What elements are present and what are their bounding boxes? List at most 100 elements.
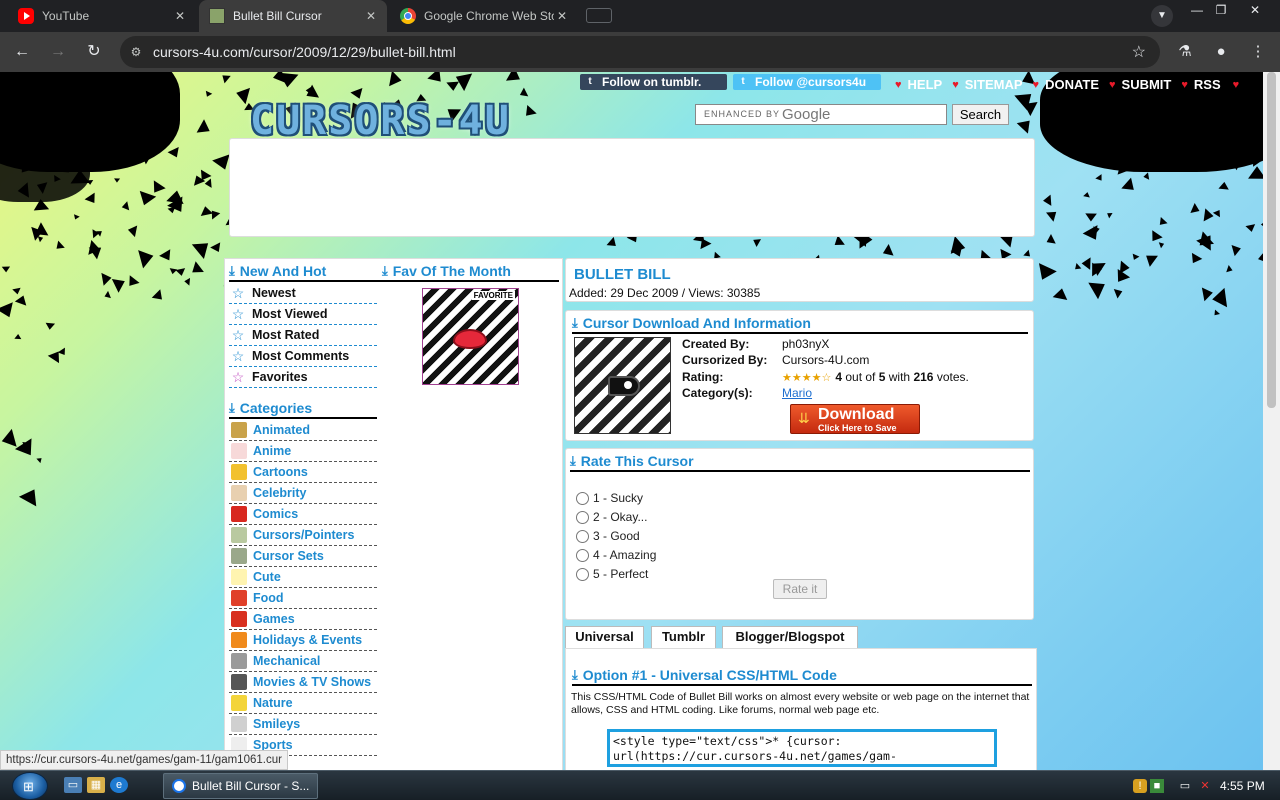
radio-button[interactable] [576,529,589,543]
rate-option-5[interactable]: 5 - Perfect [576,567,648,581]
rate-option-4[interactable]: 4 - Amazing [576,548,656,562]
tab-tumblr[interactable]: Tumblr [651,626,716,648]
nav-most-comments[interactable]: ☆ Most Comments [229,346,377,367]
bat-decoration [138,246,157,269]
follow-tumblr-button[interactable]: t Follow on tumblr. [580,74,727,90]
taskbar-clock[interactable]: 4:55 PM [1220,779,1265,793]
close-icon[interactable]: ✕ [172,9,188,23]
search-button[interactable]: Search [952,104,1009,125]
category-item[interactable]: Movies & TV Shows [229,672,377,693]
site-info-icon[interactable]: ⚙ [128,44,144,60]
category-item[interactable]: Animated [229,420,377,441]
nav-most-viewed[interactable]: ☆ Most Viewed [229,304,377,325]
rate-it-button[interactable]: Rate it [773,579,827,599]
category-link[interactable]: Mario [782,386,812,400]
radio-button[interactable] [576,491,589,505]
tab-bullet-bill[interactable]: Bullet Bill Cursor ✕ [199,0,387,32]
sitemap-link[interactable]: ♥ SITEMAP [952,77,1022,92]
download-button[interactable]: ⇊ Download Click Here to Save [790,404,920,434]
category-item[interactable]: Cursor Sets [229,546,377,567]
new-tab-button[interactable] [586,8,612,23]
category-item[interactable]: Comics [229,504,377,525]
follow-twitter-button[interactable]: t Follow @cursors4u [733,74,881,90]
security-shield-icon[interactable]: ! [1133,779,1147,793]
taskbar-chrome-window[interactable]: Bullet Bill Cursor - S... [163,773,318,799]
close-icon[interactable]: ✕ [363,9,379,23]
bat-decoration [1084,213,1097,222]
nav-most-rated[interactable]: ☆ Most Rated [229,325,377,346]
category-item[interactable]: Nature [229,693,377,714]
code-textarea[interactable]: <style type="text/css">* {cursor: url(ht… [607,729,997,767]
window-close-icon[interactable]: ✕ [1240,0,1270,20]
category-item[interactable]: Mechanical [229,651,377,672]
cute-face-icon [231,569,247,585]
rate-option-2[interactable]: 2 - Okay... [576,510,647,524]
labs-flask-icon[interactable]: ⚗ [1173,40,1197,64]
restore-icon[interactable]: ❐ [1206,0,1236,20]
category-item[interactable]: Anime [229,441,377,462]
nav-favorites[interactable]: ☆ Favorites [229,367,377,388]
scrollbar-thumb[interactable] [1267,72,1276,408]
bat-decoration [1217,181,1230,191]
category-item[interactable]: Food [229,588,377,609]
tray-app-icon[interactable]: ■ [1150,779,1164,793]
tab-youtube[interactable]: YouTube ✕ [8,0,196,32]
bat-decoration [1095,174,1106,184]
category-item[interactable]: Cute [229,567,377,588]
created-by-row: Created By: ph03nyX [682,337,829,351]
category-item[interactable]: Games [229,609,377,630]
explorer-folder-icon[interactable]: ▦ [87,777,105,793]
category-item[interactable]: Holidays & Events [229,630,377,651]
site-search-input[interactable]: ENHANCED BY Google [695,104,947,125]
close-icon[interactable]: ✕ [554,9,570,23]
reload-icon[interactable]: ↻ [82,40,106,64]
network-icon[interactable]: ▭ [1178,779,1192,793]
bat-decoration [1190,203,1202,217]
category-label: Cursor Sets [253,549,324,563]
tab-universal[interactable]: Universal [565,626,644,650]
back-arrow-icon[interactable]: ← [10,40,34,64]
radio-button[interactable] [576,548,589,562]
heading-rule [229,417,377,419]
category-item[interactable]: Cursors/Pointers [229,525,377,546]
cursorized-by-label: Cursorized By: [682,353,768,367]
nav-newest[interactable]: ☆ Newest [229,283,377,304]
category-item[interactable]: Smileys [229,714,377,735]
submit-link[interactable]: ♥ SUBMIT [1109,77,1171,92]
start-button[interactable]: ⊞ [12,772,48,800]
category-item[interactable]: Celebrity [229,483,377,504]
taskbar-task-label: Bullet Bill Cursor - S... [192,779,310,793]
heart-icon: ♥ [1181,78,1188,91]
page-scrollbar[interactable] [1263,72,1280,770]
help-link[interactable]: ♥ HELP [895,77,942,92]
bat-decoration [1158,241,1166,249]
forward-arrow-icon[interactable]: → [46,40,70,64]
url-text[interactable]: cursors-4u.com/cursor/2009/12/29/bullet-… [153,44,456,60]
bat-decoration [175,268,187,278]
tab-blogger[interactable]: Blogger/Blogspot [722,626,858,648]
donate-link[interactable]: ♥ DONATE [1033,77,1099,92]
tab-search-chevron-icon[interactable]: ▼ [1151,5,1173,27]
profile-icon[interactable]: ● [1209,40,1233,64]
tab-chrome-web-store[interactable]: Google Chrome Web Store ✕ [390,0,578,32]
favorite-cursor-thumbnail[interactable]: FAVORITE [422,288,519,385]
bookmark-star-icon[interactable]: ☆ [1132,42,1146,62]
follow-twitter-label: Follow @cursors4u [755,75,867,89]
nav-label: Newest [252,286,296,300]
bat-decoration [1156,216,1168,228]
rate-option-1[interactable]: 1 - Sucky [576,491,643,505]
set-icon [231,548,247,564]
internet-explorer-icon[interactable]: e [110,777,128,793]
volume-muted-icon[interactable]: ✕ [1198,779,1212,793]
radio-button[interactable] [576,567,589,581]
address-bar[interactable]: ⚙ cursors-4u.com/cursor/2009/12/29/bulle… [120,36,1160,68]
show-desktop-icon[interactable]: ▭ [64,777,82,793]
category-item[interactable]: Cartoons [229,462,377,483]
bat-decoration [27,107,45,120]
rss-link[interactable]: ♥ RSS ♥ [1181,77,1245,92]
bat-decoration [1181,151,1196,171]
rate-option-3[interactable]: 3 - Good [576,529,640,543]
radio-button[interactable] [576,510,589,524]
menu-kebab-icon[interactable]: ⋮ [1246,40,1270,64]
heading-rule [572,332,1028,334]
